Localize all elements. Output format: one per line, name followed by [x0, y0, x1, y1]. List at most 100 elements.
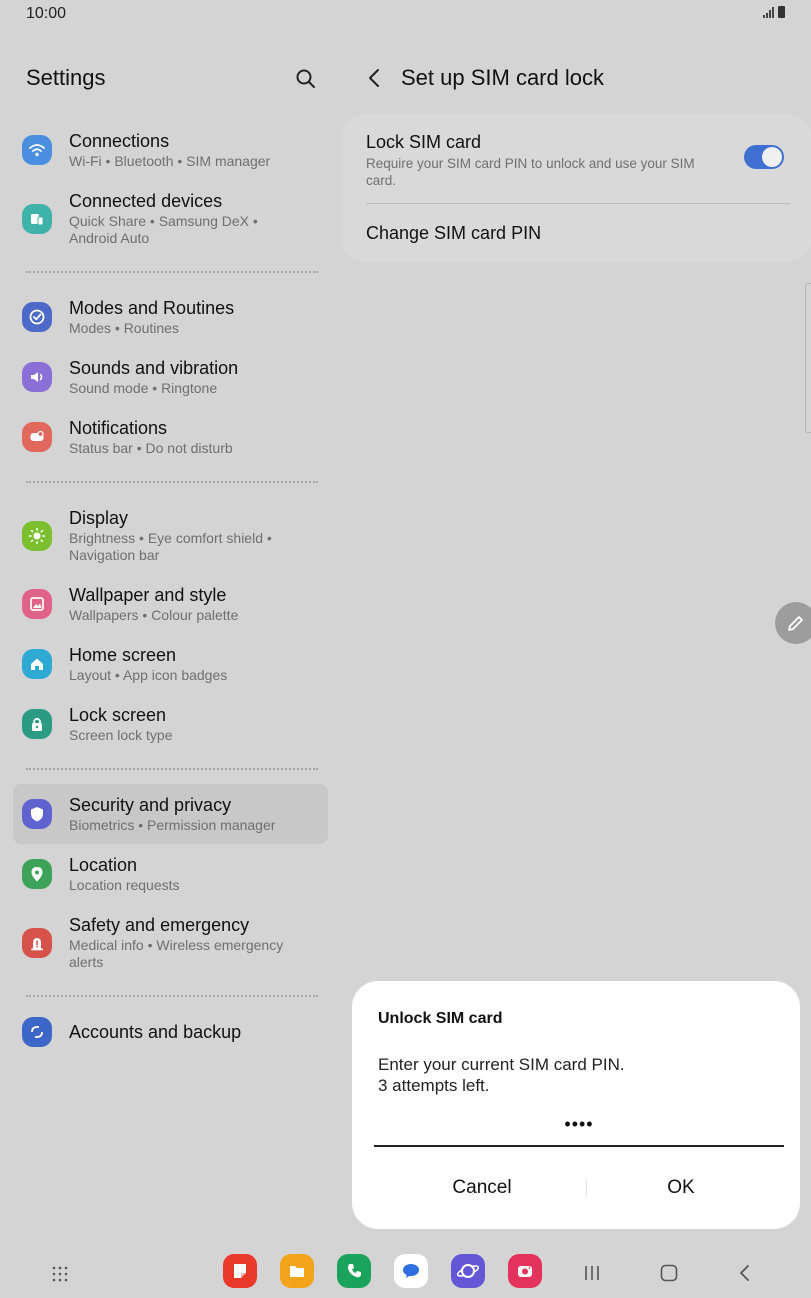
lock-icon	[22, 709, 52, 739]
internet-app-icon[interactable]	[451, 1254, 485, 1288]
section-divider	[26, 995, 318, 997]
grid-icon	[52, 1266, 68, 1282]
sim-lock-card: Lock SIM card Require your SIM card PIN …	[342, 113, 811, 263]
dialog-message-line-1: Enter your current SIM card PIN.	[378, 1055, 625, 1074]
status-bar: 10:00	[0, 0, 811, 30]
battery-icon	[778, 6, 785, 18]
settings-item-title: Modes and Routines	[69, 298, 235, 318]
settings-list: Connections Wi-Fi • Bluetooth • SIM manag…	[13, 120, 328, 1053]
app-drawer-button[interactable]	[48, 1262, 72, 1286]
wifi-icon	[22, 135, 52, 165]
recent-apps-button[interactable]	[580, 1262, 604, 1284]
alert-icon	[22, 927, 52, 958]
edit-button[interactable]	[775, 602, 811, 644]
cancel-button[interactable]: Cancel	[382, 1166, 582, 1210]
settings-item-subtitle: Quick Share • Samsung DeX • Android Auto	[69, 213, 258, 246]
messages-app-icon[interactable]	[394, 1254, 428, 1288]
settings-item-safety-and-emergency[interactable]: Safety and emergency Medical info • Wirel…	[13, 904, 328, 981]
settings-item-connections[interactable]: Connections Wi-Fi • Bluetooth • SIM manag…	[13, 120, 328, 180]
settings-item-subtitle: Sound mode • Ringtone	[69, 380, 218, 396]
settings-item-display[interactable]: Display Brightness • Eye comfort shield •…	[13, 497, 328, 574]
dialog-message: Enter your current SIM card PIN. 3 attem…	[378, 1054, 625, 1096]
section-divider	[26, 768, 318, 770]
dialog-message-line-2: 3 attempts left.	[378, 1076, 490, 1095]
pin-input[interactable]	[374, 1103, 784, 1147]
check-circle-icon	[22, 302, 52, 332]
change-sim-card-pin-item[interactable]: Change SIM card PIN	[366, 223, 541, 244]
speaker-icon	[22, 362, 52, 392]
settings-item-title: Safety and emergency	[69, 915, 250, 935]
devices-icon	[22, 203, 52, 234]
toggle-knob	[762, 147, 782, 167]
files-app-icon[interactable]	[280, 1254, 314, 1288]
home-button[interactable]	[657, 1262, 681, 1284]
settings-item-home-screen[interactable]: Home screen Layout • App icon badges	[13, 634, 328, 694]
settings-item-modes-and-routines[interactable]: Modes and Routines Modes • Routines	[13, 287, 328, 347]
home-icon	[22, 649, 52, 679]
lock-sim-card-description: Require your SIM card PIN to unlock and …	[366, 156, 695, 188]
settings-item-title: Connections	[69, 131, 170, 151]
side-handle[interactable]	[805, 283, 811, 433]
section-divider	[26, 271, 318, 273]
signal-icon	[763, 6, 774, 18]
settings-item-wallpaper-and-style[interactable]: Wallpaper and style Wallpapers • Colour p…	[13, 574, 328, 634]
phone-app-icon[interactable]	[337, 1254, 371, 1288]
location-pin-icon	[22, 859, 52, 889]
settings-item-subtitle: Location requests	[69, 877, 180, 893]
settings-item-security-and-privacy[interactable]: Security and privacy Biometrics • Permiss…	[13, 784, 328, 844]
settings-item-subtitle: Wi-Fi • Bluetooth • SIM manager	[69, 153, 271, 169]
pencil-icon	[788, 616, 803, 631]
settings-item-subtitle: Brightness • Eye comfort shield • Naviga…	[69, 530, 272, 563]
dialog-title: Unlock SIM card	[378, 1010, 503, 1027]
settings-item-title: Sounds and vibration	[69, 358, 239, 378]
settings-item-title: Location	[69, 855, 138, 875]
settings-item-subtitle: Modes • Routines	[69, 320, 179, 336]
nav-back-button[interactable]	[734, 1262, 756, 1284]
settings-item-title: Security and privacy	[69, 795, 232, 815]
settings-item-sounds-and-vibration[interactable]: Sounds and vibration Sound mode • Rington…	[13, 347, 328, 407]
settings-item-title: Wallpaper and style	[69, 585, 227, 605]
settings-item-subtitle: Wallpapers • Colour palette	[69, 607, 239, 623]
settings-item-subtitle: Screen lock type	[69, 727, 173, 743]
settings-item-title: Lock screen	[69, 705, 167, 725]
settings-item-subtitle: Medical info • Wireless emergency alerts	[69, 937, 284, 970]
settings-item-accounts-and-backup[interactable]: Accounts and backup	[13, 1011, 328, 1053]
status-icons	[763, 6, 785, 18]
search-button[interactable]	[294, 67, 318, 91]
settings-item-title: Accounts and backup	[69, 1022, 242, 1042]
back-button[interactable]	[364, 66, 386, 90]
image-icon	[22, 589, 52, 619]
settings-title: Settings	[26, 65, 106, 90]
settings-item-connected-devices[interactable]: Connected devices Quick Share • Samsung D…	[13, 180, 328, 257]
page-title: Set up SIM card lock	[401, 65, 604, 90]
ok-button[interactable]: OK	[581, 1166, 781, 1210]
chevron-left-icon	[369, 69, 379, 87]
lock-sim-card-row[interactable]: Lock SIM card Require your SIM card PIN …	[366, 131, 716, 189]
unlock-sim-dialog: Unlock SIM card Enter your current SIM c…	[352, 981, 800, 1229]
divider	[366, 203, 790, 204]
bell-icon	[22, 422, 52, 452]
recents-icon	[585, 1266, 599, 1280]
notes-app-icon[interactable]	[223, 1254, 257, 1288]
lock-sim-card-toggle[interactable]	[744, 145, 784, 169]
settings-item-title: Notifications	[69, 418, 168, 438]
sun-icon	[22, 520, 52, 551]
home-square-icon	[660, 1264, 678, 1282]
settings-item-notifications[interactable]: Notifications Status bar • Do not disturb	[13, 407, 328, 467]
settings-item-title: Connected devices	[69, 191, 223, 211]
settings-item-title: Display	[69, 508, 129, 528]
search-icon	[296, 69, 315, 88]
sync-icon	[22, 1017, 52, 1047]
section-divider	[26, 481, 318, 483]
settings-item-location[interactable]: Location Location requests	[13, 844, 328, 904]
settings-item-title: Home screen	[69, 645, 177, 665]
settings-item-subtitle: Biometrics • Permission manager	[69, 817, 276, 833]
camera-app-icon[interactable]	[508, 1254, 542, 1288]
shield-icon	[22, 799, 52, 829]
settings-pane: Settings Connections Wi-Fi • Bluetooth • …	[0, 50, 340, 1245]
lock-sim-card-label: Lock SIM card	[366, 132, 482, 152]
settings-item-subtitle: Status bar • Do not disturb	[69, 440, 233, 456]
settings-item-lock-screen[interactable]: Lock screen Screen lock type	[13, 694, 328, 754]
navigation-bar	[0, 1245, 811, 1298]
back-chevron-icon	[740, 1265, 749, 1281]
